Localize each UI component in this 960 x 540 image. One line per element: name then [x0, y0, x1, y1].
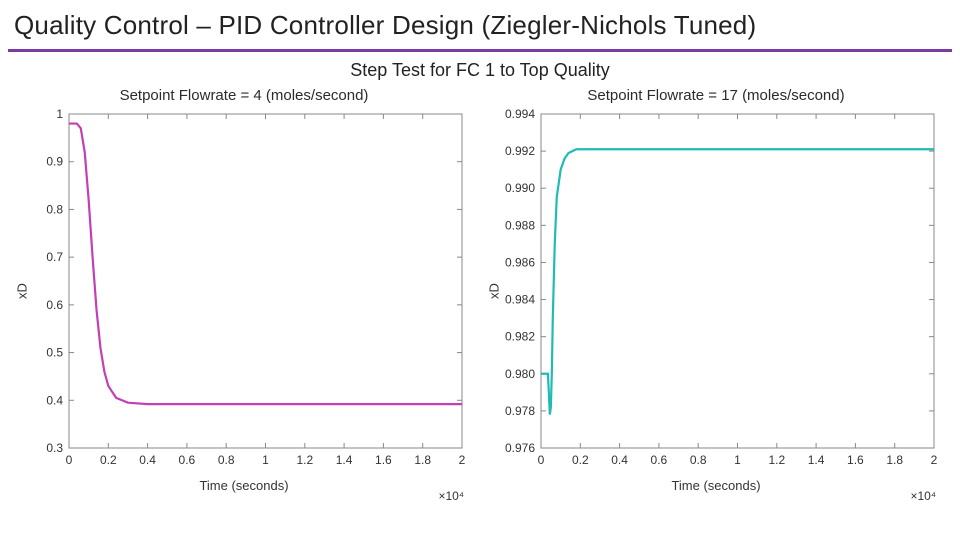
svg-text:0: 0: [538, 453, 545, 467]
svg-text:0.4: 0.4: [46, 393, 63, 407]
svg-text:0.2: 0.2: [100, 453, 117, 467]
svg-text:0.5: 0.5: [46, 346, 63, 360]
svg-text:1.2: 1.2: [296, 453, 313, 467]
left-axes-wrap: xD 00.20.40.60.811.21.41.61.820.30.40.50…: [14, 106, 474, 476]
left-y-axis-label: xD: [15, 283, 30, 299]
left-plot-title: Setpoint Flowrate = 4 (moles/second): [14, 87, 474, 104]
svg-text:2: 2: [459, 453, 466, 467]
svg-text:0.8: 0.8: [218, 453, 235, 467]
svg-text:1: 1: [56, 107, 63, 121]
svg-text:0.986: 0.986: [505, 255, 535, 269]
svg-text:0.3: 0.3: [46, 441, 63, 455]
svg-text:1.4: 1.4: [336, 453, 353, 467]
svg-text:0.2: 0.2: [572, 453, 589, 467]
svg-text:1.4: 1.4: [808, 453, 825, 467]
svg-text:0.994: 0.994: [505, 107, 535, 121]
svg-text:0.980: 0.980: [505, 367, 535, 381]
svg-text:2: 2: [931, 453, 938, 467]
svg-text:1.6: 1.6: [847, 453, 864, 467]
svg-text:0.976: 0.976: [505, 441, 535, 455]
right-y-axis-label: xD: [487, 283, 502, 299]
svg-text:1: 1: [734, 453, 741, 467]
right-plot-title: Setpoint Flowrate = 17 (moles/second): [486, 87, 946, 104]
svg-text:0.990: 0.990: [505, 181, 535, 195]
svg-text:0.6: 0.6: [179, 453, 196, 467]
left-plot-panel: Setpoint Flowrate = 4 (moles/second) xD …: [14, 87, 474, 503]
svg-text:0.8: 0.8: [46, 202, 63, 216]
svg-text:0.6: 0.6: [651, 453, 668, 467]
right-axes-wrap: xD 0 0.2 0.4 0.6 0.8 1 1.2 1.4 1.6 1.8 2 0.976 0.978…: [486, 106, 946, 476]
svg-text:0.9: 0.9: [46, 155, 63, 169]
right-chart: 0 0.2 0.4 0.6 0.8 1 1.2 1.4 1.6 1.8 2 0.976 0.978 0.9…: [486, 106, 946, 476]
svg-text:1.8: 1.8: [414, 453, 431, 467]
title-divider: [8, 49, 952, 52]
svg-text:1.8: 1.8: [886, 453, 903, 467]
svg-text:0.8: 0.8: [690, 453, 707, 467]
svg-text:0.4: 0.4: [611, 453, 628, 467]
svg-text:0.992: 0.992: [505, 144, 535, 158]
svg-text:0.7: 0.7: [46, 250, 63, 264]
svg-text:0.982: 0.982: [505, 330, 535, 344]
svg-text:0.4: 0.4: [139, 453, 156, 467]
page-title: Quality Control – PID Controller Design …: [0, 0, 960, 49]
svg-text:0.984: 0.984: [505, 293, 535, 307]
plots-container: Setpoint Flowrate = 4 (moles/second) xD …: [0, 87, 960, 503]
series-line: [541, 149, 934, 414]
svg-text:1.2: 1.2: [768, 453, 785, 467]
svg-text:0.6: 0.6: [46, 298, 63, 312]
svg-text:1: 1: [262, 453, 269, 467]
svg-text:0.978: 0.978: [505, 404, 535, 418]
svg-text:1.6: 1.6: [375, 453, 392, 467]
svg-text:0: 0: [66, 453, 73, 467]
svg-text:0.988: 0.988: [505, 218, 535, 232]
subtitle: Step Test for FC 1 to Top Quality: [0, 60, 960, 81]
right-plot-panel: Setpoint Flowrate = 17 (moles/second) xD…: [486, 87, 946, 503]
left-chart: 0 0.2 0.4 0.6 0.8 1 1.2 1.4 1.6 1.8 2 0.3 0.4 0.5 0.6 0…: [14, 106, 474, 476]
series-line: [69, 124, 462, 405]
